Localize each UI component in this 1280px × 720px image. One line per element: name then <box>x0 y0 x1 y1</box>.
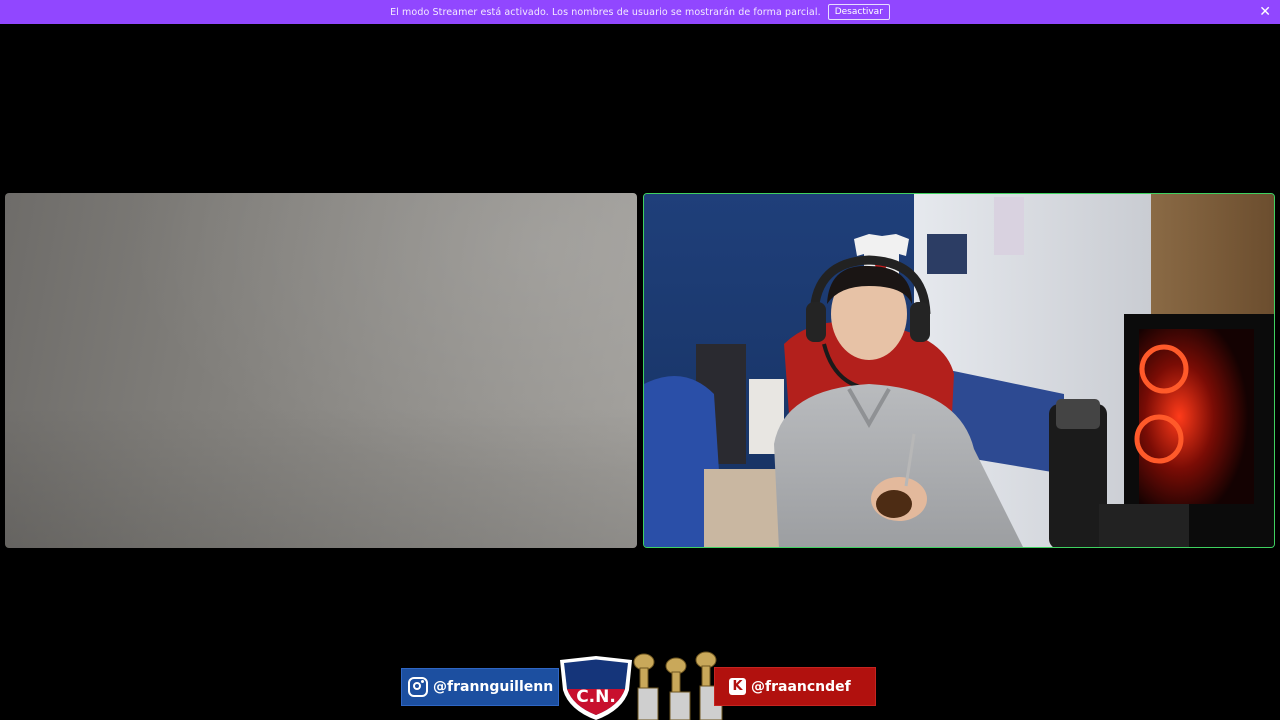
streamer-mode-message: El modo Streamer está activado. Los nomb… <box>390 6 821 18</box>
webcam-feed <box>644 194 1274 547</box>
kick-handle: @fraancndef <box>751 678 851 695</box>
participant-video-tile-right[interactable] <box>643 193 1275 548</box>
kick-handle-badge: K @fraancndef <box>714 667 876 706</box>
instagram-handle-badge: @frannguillenn <box>401 668 559 706</box>
instagram-icon <box>408 677 428 697</box>
deactivate-button[interactable]: Desactivar <box>827 4 890 20</box>
svg-text:C.N.: C.N. <box>576 687 616 707</box>
instagram-handle: @frannguillenn <box>433 679 554 695</box>
streamer-mode-banner: El modo Streamer está activado. Los nomb… <box>0 0 1280 24</box>
close-icon[interactable]: ✕ <box>1259 3 1271 21</box>
club-crest-logo: C.N. <box>560 656 632 720</box>
participant-video-tile-left[interactable] <box>5 193 637 548</box>
kick-icon: K <box>729 678 746 695</box>
